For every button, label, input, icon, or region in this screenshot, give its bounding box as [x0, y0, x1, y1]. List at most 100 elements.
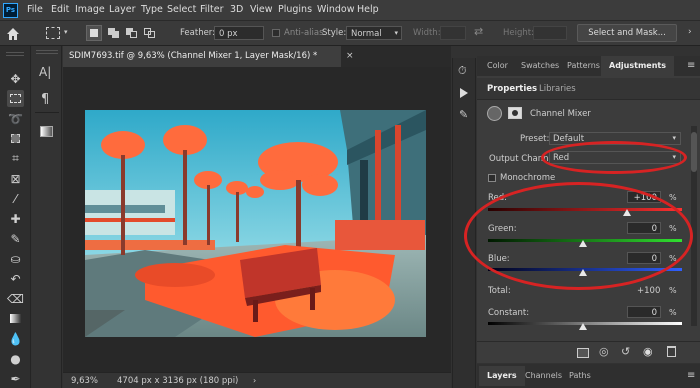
new-selection-icon[interactable] — [86, 25, 102, 41]
select-and-mask-button[interactable]: Select and Mask... — [577, 24, 677, 42]
home-icon[interactable] — [6, 26, 20, 40]
panel-tabs: Color Swatches Patterns Adjustments ≡ — [477, 56, 700, 76]
chevron-down-icon: ▾ — [672, 134, 676, 142]
lasso-icon[interactable]: ➰ — [7, 110, 24, 127]
monochrome-checkbox[interactable] — [488, 174, 496, 182]
subtract-selection-icon[interactable] — [126, 28, 138, 38]
crop-icon[interactable]: ⌗ — [7, 150, 24, 167]
channel-mixer-icon — [487, 106, 502, 121]
history-panel-icon[interactable]: ⏱ — [458, 64, 467, 78]
adjustment-title: Channel Mixer — [530, 109, 591, 119]
menu-bar: Ps File Edit Image Layer Type Select Fil… — [0, 0, 700, 21]
brush-icon[interactable]: ✎ — [7, 230, 24, 247]
swap-icon[interactable]: ⇄ — [474, 25, 483, 38]
healing-brush-icon[interactable]: ✚ — [7, 210, 24, 227]
view-previous-icon[interactable]: ◎ — [599, 345, 609, 358]
blur-icon[interactable]: 💧 — [7, 330, 24, 347]
dodge-icon[interactable]: ● — [7, 350, 24, 367]
toolbox-grip[interactable] — [6, 52, 24, 56]
menu-plugins[interactable]: Plugins — [278, 4, 312, 15]
history-brush-icon[interactable]: ↶ — [7, 270, 24, 287]
clone-stamp-icon[interactable]: ⛀ — [7, 250, 24, 267]
total-value: +100 — [637, 286, 661, 296]
actions-play-icon[interactable] — [460, 88, 468, 98]
document-image[interactable] — [85, 110, 426, 337]
add-selection-icon[interactable] — [108, 28, 120, 38]
canvas-area[interactable] — [63, 67, 451, 372]
tab-properties[interactable]: Properties — [487, 84, 537, 94]
menu-type[interactable]: Type — [141, 4, 163, 15]
paragraph-panel-icon[interactable]: ¶ — [41, 92, 49, 107]
width-input[interactable] — [440, 26, 466, 40]
height-label: Height: — [503, 28, 534, 38]
menu-layer[interactable]: Layer — [109, 4, 136, 15]
tab-adjustments[interactable]: Adjustments — [601, 56, 674, 76]
properties-footer: ◎ ↺ ◉ — [477, 341, 700, 363]
width-label: Width: — [413, 28, 441, 38]
constant-unit: % — [669, 308, 677, 317]
document-tab-bar: SDIM7693.tif @ 9,63% (Channel Mixer 1, L… — [63, 46, 451, 67]
move-tool-icon[interactable]: ✥ — [7, 70, 24, 87]
antialias-label: Anti-alias — [284, 28, 324, 38]
preset-label: Preset: — [520, 134, 550, 144]
gradient-icon[interactable] — [7, 310, 24, 327]
menu-3d[interactable]: 3D — [230, 4, 243, 15]
feather-input[interactable]: 0 px — [214, 26, 264, 40]
overflow-icon[interactable]: › — [688, 27, 692, 37]
intersect-selection-icon[interactable] — [144, 28, 156, 38]
menu-edit[interactable]: Edit — [51, 4, 69, 15]
clip-to-layer-icon[interactable] — [577, 348, 589, 358]
close-icon[interactable]: × — [346, 51, 354, 61]
panel-menu-icon[interactable]: ≡ — [687, 370, 695, 381]
document-tab-title: SDIM7693.tif @ 9,63% (Channel Mixer 1, L… — [69, 51, 318, 61]
zoom-level[interactable]: 9,63% — [71, 376, 98, 386]
menu-view[interactable]: View — [250, 4, 273, 15]
tab-libraries[interactable]: Libraries — [539, 84, 576, 94]
total-label: Total: — [488, 286, 511, 296]
toolbox: ✥ ➰ ⌗ ⊠ ⁄ ✚ ✎ ⛀ ↶ ⌫ 💧 ● ✒ — [0, 46, 31, 388]
rectangular-marquee-icon[interactable] — [7, 90, 24, 107]
object-selection-icon[interactable] — [7, 130, 24, 147]
tab-color[interactable]: Color — [479, 56, 516, 76]
tab-paths[interactable]: Paths — [561, 366, 599, 386]
document-info: 4704 px x 3136 px (180 ppi) — [117, 376, 239, 386]
character-panel-icon[interactable]: A| — [39, 65, 51, 79]
document-tab[interactable]: SDIM7693.tif @ 9,63% (Channel Mixer 1, L… — [63, 46, 341, 67]
constant-value-input[interactable]: 0 — [627, 306, 661, 318]
photo-content — [85, 110, 426, 337]
feather-label: Feather: — [180, 28, 216, 38]
pen-icon[interactable]: ✒ — [7, 370, 24, 387]
height-input[interactable] — [533, 26, 567, 40]
menu-file[interactable]: File — [27, 4, 43, 15]
total-unit: % — [669, 286, 677, 295]
status-menu-icon[interactable]: › — [253, 376, 256, 385]
eyedropper-icon[interactable]: ⁄ — [7, 190, 24, 207]
menu-window[interactable]: Window — [317, 4, 354, 15]
chevron-down-icon[interactable]: ▾ — [64, 28, 68, 36]
panel-scrollbar[interactable] — [691, 126, 697, 326]
divider — [35, 112, 59, 113]
photoshop-logo[interactable]: Ps — [3, 3, 18, 18]
style-select[interactable]: Normal ▾ — [346, 26, 402, 40]
constant-slider-thumb[interactable] — [579, 323, 587, 330]
antialias-checkbox[interactable] — [272, 29, 280, 37]
gradient-panel-icon[interactable] — [40, 126, 53, 137]
marquee-tool-preset-icon[interactable] — [46, 27, 60, 39]
panel-grip[interactable] — [36, 50, 58, 54]
menu-select[interactable]: Select — [167, 4, 196, 15]
menu-filter[interactable]: Filter — [200, 4, 224, 15]
monochrome-label: Monochrome — [500, 173, 556, 183]
reset-icon[interactable]: ↺ — [621, 345, 630, 358]
layers-panel-tabs: Layers Channels Paths ≡ — [477, 364, 700, 388]
menu-image[interactable]: Image — [75, 4, 105, 15]
status-bar: 9,63% 4704 px x 3136 px (180 ppi) › — [63, 372, 451, 388]
trash-icon[interactable] — [667, 346, 676, 357]
visibility-eye-icon[interactable]: ◉ — [643, 345, 653, 358]
chevron-down-icon: ▾ — [394, 29, 398, 37]
panel-menu-icon[interactable]: ≡ — [687, 60, 695, 71]
eraser-icon[interactable]: ⌫ — [7, 290, 24, 307]
frame-icon[interactable]: ⊠ — [7, 170, 24, 187]
menu-help[interactable]: Help — [357, 4, 379, 15]
brush-settings-icon[interactable]: ✎ — [459, 108, 468, 121]
layer-mask-icon[interactable] — [508, 107, 522, 119]
